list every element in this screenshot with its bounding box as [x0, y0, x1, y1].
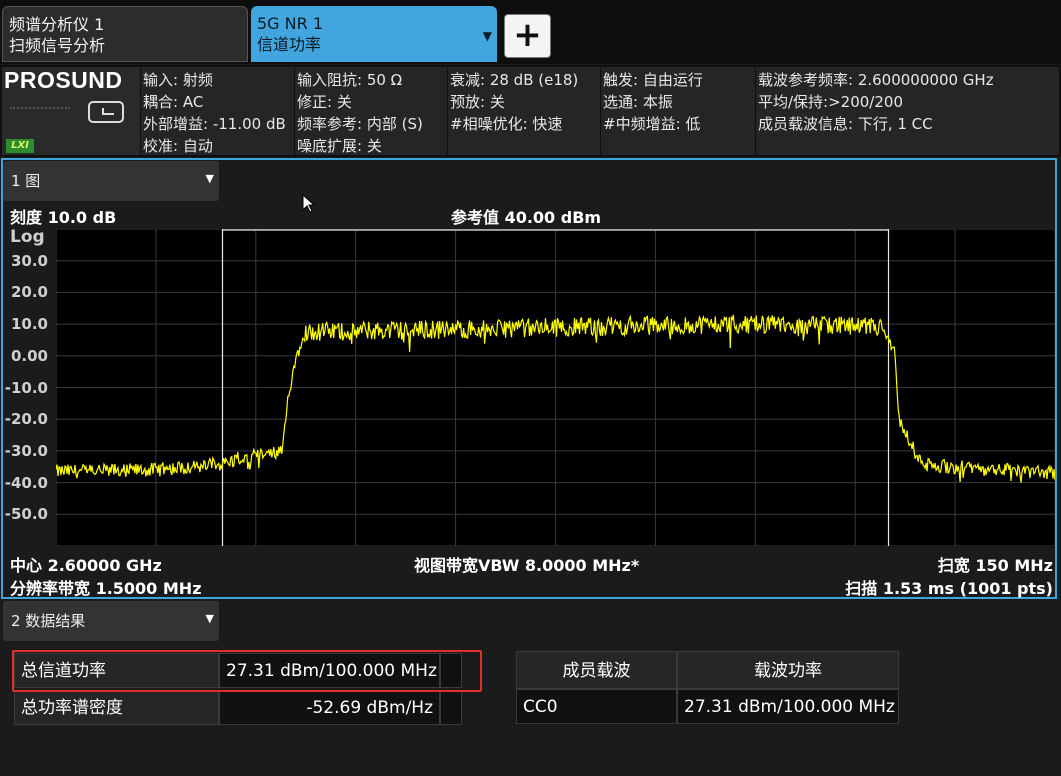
y-tick-label: 20.0 [10, 283, 48, 302]
setting-gate: 选通: 本振 [603, 93, 673, 111]
settings-carrier-group[interactable]: 载波参考频率: 2.600000000 GHz 平均/保持:>200/200 成… [756, 67, 1059, 155]
center-frequency[interactable]: 中心 2.60000 GHz [10, 552, 162, 576]
reference-level-label[interactable]: 参考值 40.00 dBm [451, 204, 601, 228]
y-tick-label: -30.0 [4, 441, 48, 460]
window1-selector-label: 1 图 [11, 172, 41, 190]
window2-selector-label: 2 数据结果 [11, 612, 86, 630]
result-spacer-cell [440, 690, 462, 725]
brand-logo: PROSUND [4, 67, 123, 93]
add-tab-button[interactable]: + [504, 14, 551, 58]
lxi-badge: LXI [6, 139, 34, 153]
tab-5g-nr[interactable]: 5G NR 1 信道功率 ▼ [251, 6, 497, 62]
setting-input: 输入: 射频 [143, 71, 213, 89]
dropdown-arrow-icon: ▼ [205, 172, 214, 185]
carrier-table-cc: CC0 [516, 689, 677, 724]
setting-carrier-ref-freq: 载波参考频率: 2.600000000 GHz [758, 71, 994, 89]
resolution-bandwidth[interactable]: 分辨率带宽 1.5000 MHz [10, 575, 202, 599]
setting-ext-gain: 外部增益: -11.00 dB [143, 115, 286, 133]
remote-control-icon[interactable] [88, 101, 124, 123]
logo-divider [10, 107, 70, 111]
tab-spectrum-analyzer[interactable]: 频谱分析仪 1 扫频信号分析 [2, 6, 248, 62]
carrier-table-header-power: 载波功率 [677, 651, 899, 689]
setting-correction: 修正: 关 [297, 93, 352, 111]
carrier-table-power: 27.31 dBm/100.000 MHz [677, 689, 899, 724]
settings-attenuation-group[interactable]: 衰减: 28 dB (e18) 预放: 关 #相噪优化: 快速 [448, 67, 600, 155]
tab-title: 5G NR 1 [257, 14, 324, 33]
window2-selector[interactable]: 2 数据结果 ▼ [3, 601, 219, 641]
dropdown-arrow-icon[interactable]: ▼ [483, 26, 492, 47]
setting-freq-ref: 频率参考: 内部 (S) [297, 115, 423, 133]
logo-panel: PROSUND LXI [2, 67, 140, 155]
tab-title: 频谱分析仪 1 [9, 15, 105, 34]
setting-noise-floor: 噪底扩展: 关 [297, 137, 382, 155]
setting-carrier-info: 成员载波信息: 下行, 1 CC [758, 115, 933, 133]
total-psd-label: 总功率谱密度 [14, 690, 219, 725]
log-scale-label: Log [10, 227, 45, 247]
setting-trigger: 触发: 自由运行 [603, 71, 703, 89]
carrier-table-header-cc: 成员载波 [516, 651, 677, 689]
setting-coupling: 耦合: AC [143, 93, 204, 111]
dropdown-arrow-icon: ▼ [205, 612, 214, 625]
settings-input-group[interactable]: 输入: 射频 耦合: AC 外部增益: -11.00 dB 校准: 自动 [141, 67, 294, 155]
scale-label: 刻度 10.0 dB [10, 208, 117, 227]
setting-attenuation: 衰减: 28 dB (e18) [450, 71, 579, 89]
highlight-box [12, 650, 482, 692]
settings-impedance-group[interactable]: 输入阻抗: 50 Ω 修正: 关 频率参考: 内部 (S) 噪底扩展: 关 [295, 67, 447, 155]
window1-selector[interactable]: 1 图 ▼ [3, 161, 219, 201]
spectrum-plot[interactable] [56, 229, 1055, 546]
y-tick-label: -20.0 [4, 410, 48, 429]
y-tick-label: 0.00 [10, 346, 48, 365]
span[interactable]: 扫宽 150 MHz [938, 552, 1053, 576]
sweep-time[interactable]: 扫描 1.53 ms (1001 pts) [845, 575, 1053, 599]
tab-subtitle: 信道功率 [257, 35, 322, 54]
settings-trigger-group[interactable]: 触发: 自由运行 选通: 本振 #中频增益: 低 [601, 67, 755, 155]
y-tick-label: 10.0 [10, 315, 48, 334]
settings-bar: PROSUND LXI 输入: 射频 耦合: AC 外部增益: -11.00 d… [0, 65, 1061, 157]
setting-calibration: 校准: 自动 [143, 137, 213, 155]
y-tick-label: 30.0 [10, 251, 48, 270]
plot-grid [56, 229, 1055, 546]
mouse-cursor-icon [302, 194, 316, 213]
tab-subtitle: 扫频信号分析 [9, 36, 106, 55]
setting-impedance: 输入阻抗: 50 Ω [297, 71, 403, 89]
y-tick-label: -50.0 [4, 505, 48, 524]
total-psd-value: -52.69 dBm/Hz [219, 690, 440, 725]
setting-avg-hold: 平均/保持:>200/200 [758, 93, 903, 111]
setting-preamp: 预放: 关 [450, 93, 505, 111]
y-tick-label: -40.0 [4, 473, 48, 492]
video-bandwidth[interactable]: 视图带宽VBW 8.0000 MHz* [414, 552, 639, 576]
y-tick-label: -10.0 [4, 378, 48, 397]
setting-if-gain: #中频增益: 低 [603, 115, 701, 133]
tab-bar: 频谱分析仪 1 扫频信号分析 5G NR 1 信道功率 ▼ + [0, 0, 1061, 64]
setting-phase-noise: #相噪优化: 快速 [450, 115, 563, 133]
